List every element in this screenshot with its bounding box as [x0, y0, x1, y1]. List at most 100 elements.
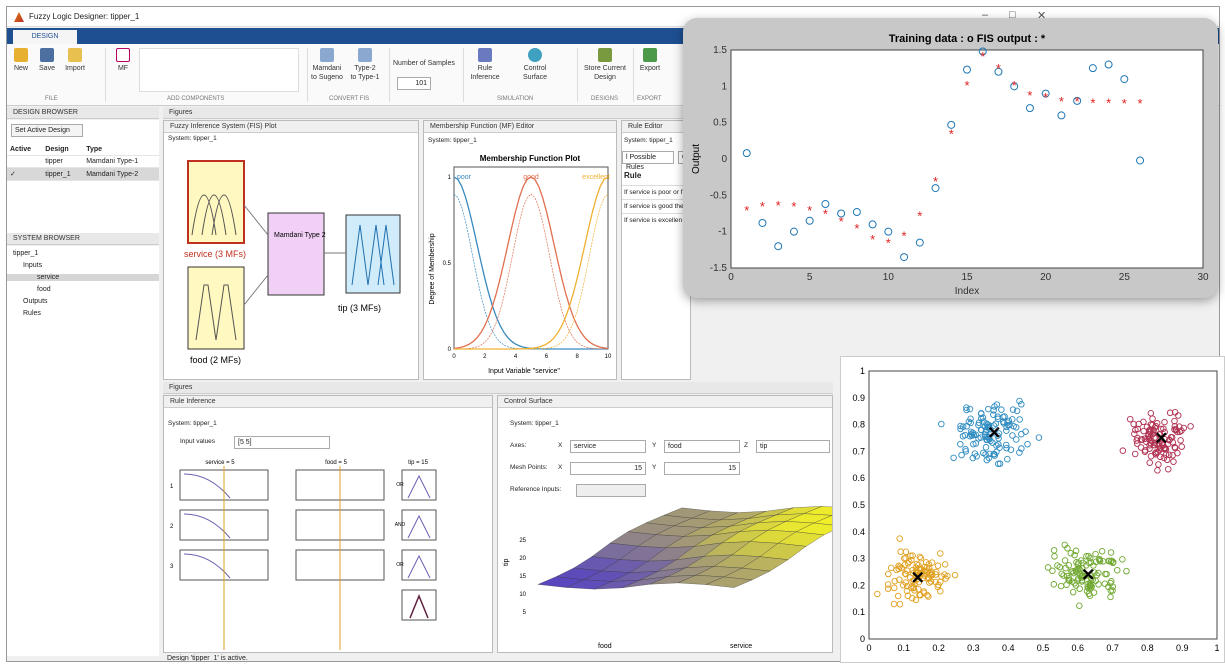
export-icon	[643, 48, 657, 62]
table-row[interactable]: ✓ tipper_1 Mamdani Type-2	[7, 167, 159, 181]
fis-output-point: *	[1106, 95, 1111, 110]
x-tick-label: 0.4	[1002, 643, 1015, 653]
fis-output-point: *	[1138, 96, 1143, 111]
fis-output-point: *	[823, 207, 828, 222]
input-values-label: Input values	[180, 438, 216, 445]
fis-output-point: *	[839, 214, 844, 229]
export-button[interactable]: Export	[635, 48, 665, 73]
possible-rules-button[interactable]: l Possible Rules	[622, 151, 674, 171]
y-tick-label: 1	[721, 81, 727, 92]
fis-diagram: service (3 MFs) food (2 MFs) Mamdani Typ…	[184, 160, 401, 365]
y-tick-label: 0.3	[852, 554, 865, 564]
y-tick-label: -1	[718, 227, 727, 238]
mf-label: excellent	[582, 174, 610, 181]
x-tick-label: 20	[1040, 272, 1052, 283]
x-tick-label: 0	[728, 272, 734, 283]
fis-output-point: *	[886, 236, 891, 251]
y-tick-label: 0.9	[852, 393, 865, 403]
rule-output-plot	[401, 549, 437, 581]
rule-row[interactable]: If service is poor or f	[622, 185, 690, 199]
tree-item[interactable]: Outputs	[23, 298, 48, 305]
control-surface-icon	[528, 48, 542, 62]
x-axis-label: Index	[955, 286, 979, 297]
input-values-field[interactable]: [5 5]	[234, 436, 330, 449]
store-design-button[interactable]: Store Current Design	[581, 48, 629, 82]
group-file-label: FILE	[45, 96, 58, 102]
food-label: food (2 MFs)	[190, 355, 241, 365]
mesh-y-stepper[interactable]: 15	[664, 462, 740, 475]
fis-output-point: *	[744, 203, 749, 218]
mf-x-tick: 2	[483, 354, 487, 360]
fis-output-point: *	[1075, 94, 1080, 109]
tree-item[interactable]: food	[37, 286, 51, 293]
mamdani-to-sugeno-button[interactable]: Mamdani to Sugeno	[309, 48, 345, 82]
fis-output-point: *	[917, 209, 922, 224]
tree-item[interactable]: Rules	[23, 310, 41, 317]
mesh-points-label: Mesh Points:	[510, 464, 548, 471]
tip-label: tip (3 MFs)	[338, 303, 381, 313]
reference-inputs-label: Reference Inputs:	[510, 486, 562, 493]
rule-output-plot	[401, 469, 437, 501]
divider	[577, 48, 578, 102]
rule-row[interactable]: If service is good the	[622, 199, 690, 213]
mf-x-tick: 0	[452, 354, 456, 360]
fis-output-point: *	[870, 232, 875, 247]
set-active-design-button[interactable]: Set Active Design	[11, 124, 83, 137]
rule-editor-panel: Rule Editor System: tipper_1 l Possible …	[621, 120, 691, 380]
z-axis-select[interactable]: tip	[756, 440, 830, 453]
cluster-center-marker: ✕	[1154, 429, 1168, 448]
tab-control-surface[interactable]: Control Surface	[498, 396, 832, 408]
new-button[interactable]: New	[11, 48, 31, 73]
component-gallery[interactable]	[139, 48, 299, 92]
convert-icon	[320, 48, 334, 62]
mf-x-tick: 6	[545, 354, 549, 360]
rule-col-title: service = 5	[205, 460, 235, 466]
save-button[interactable]: Save	[35, 48, 59, 73]
tree-item[interactable]: service	[7, 274, 159, 281]
design-table: Active Design Type tipper Mamdani Type-1 ✓ t…	[7, 144, 159, 181]
import-button[interactable]: Import	[61, 48, 89, 73]
fis-output-point: *	[964, 78, 969, 93]
mf-y-tick: 0.5	[443, 261, 452, 267]
x-label: X	[558, 464, 563, 471]
table-row[interactable]: tipper Mamdani Type-1	[7, 155, 159, 168]
mf-button[interactable]: MF	[111, 48, 135, 73]
fis-output-point: *	[791, 199, 796, 214]
rule-inference-button[interactable]: Rule Inference	[467, 48, 503, 82]
tab-rule-editor[interactable]: Rule Editor	[622, 121, 690, 133]
mamdani-block[interactable]	[267, 212, 325, 296]
fis-plot-panel: Fuzzy Inference System (FIS) Plot System…	[163, 120, 419, 380]
mesh-x-stepper[interactable]: 15	[570, 462, 646, 475]
rule-row[interactable]: If service is excellen	[622, 213, 690, 227]
x-tick-label: 0	[866, 643, 871, 653]
x-tick-label: 0.3	[967, 643, 980, 653]
system-browser-header[interactable]: SYSTEM BROWSER	[7, 233, 159, 245]
fis-output-point: *	[949, 127, 954, 142]
tab-fis-plot[interactable]: Fuzzy Inference System (FIS) Plot	[164, 121, 418, 133]
rule-operator: OR	[396, 482, 404, 488]
control-surface-panel: Control Surface System: tipper_1 Axes: X…	[497, 395, 833, 653]
y-axis-select[interactable]: food	[664, 440, 740, 453]
x-tick-label: 0.9	[1176, 643, 1189, 653]
tab-design[interactable]: DESIGN	[13, 30, 77, 44]
samples-stepper[interactable]: 101	[397, 77, 431, 90]
tip-block[interactable]	[345, 214, 401, 294]
rule-row-number: 1	[170, 484, 174, 490]
x-tick-label: 0.8	[1141, 643, 1154, 653]
fis-output-point: *	[1122, 96, 1127, 111]
design-browser-header[interactable]: DESIGN BROWSER	[7, 107, 159, 119]
tree-item[interactable]: Inputs	[23, 262, 42, 269]
tab-mf-editor[interactable]: Membership Function (MF) Editor	[424, 121, 616, 133]
x-tick-label: 0.5	[1037, 643, 1050, 653]
matlab-logo-icon	[14, 12, 24, 22]
type2-to-type1-button[interactable]: Type-2 to Type-1	[347, 48, 383, 82]
y-tick-label: 0	[721, 154, 727, 165]
rule-row-number: 2	[170, 524, 174, 530]
y-tick-label: 0.6	[852, 473, 865, 483]
mf-xlabel: Input Variable "service"	[488, 368, 560, 375]
tree-item[interactable]: tipper_1	[13, 250, 38, 257]
x-axis-select[interactable]: service	[570, 440, 646, 453]
control-surface-button[interactable]: Control Surface	[512, 48, 558, 82]
tab-rule-inference[interactable]: Rule Inference	[164, 396, 492, 408]
y-tick-label: -0.5	[710, 190, 728, 201]
